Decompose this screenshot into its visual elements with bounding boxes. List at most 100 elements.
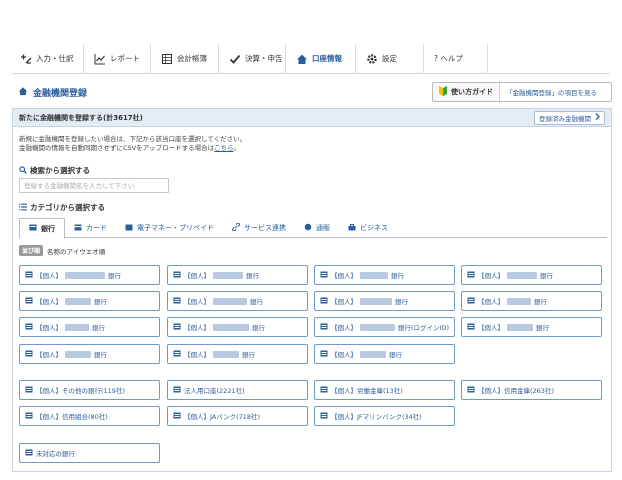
csv-upload-link[interactable]: こちら bbox=[214, 144, 234, 152]
bank-icon bbox=[25, 271, 33, 280]
bank-icon bbox=[467, 271, 475, 280]
redacted-bank-name bbox=[507, 297, 531, 305]
bank-icon bbox=[320, 323, 328, 332]
sort-badge: 並び順 bbox=[19, 245, 44, 256]
bank-button[interactable]: 【個人】 銀行 bbox=[314, 344, 455, 364]
emoney-icon bbox=[125, 224, 133, 233]
search-section-title: 検索から選択する bbox=[19, 165, 90, 176]
card-icon bbox=[74, 224, 82, 233]
bank-icon bbox=[467, 323, 475, 332]
redacted-bank-name bbox=[65, 271, 105, 279]
tab-business[interactable]: ビジネス bbox=[339, 218, 397, 238]
bank-group-button[interactable]: 【個人】JFマリンバンク(34社) bbox=[314, 406, 455, 426]
tab-bank[interactable]: 銀行 bbox=[19, 218, 65, 239]
bank-group-button[interactable]: 【個人】信用組合(80社) bbox=[19, 406, 160, 426]
tab-service-link[interactable]: サービス連携 bbox=[223, 218, 295, 238]
chart-line-icon bbox=[94, 53, 106, 65]
bank-icon bbox=[173, 297, 181, 306]
page-title: 金融機関登録 bbox=[18, 86, 87, 99]
redacted-bank-name bbox=[507, 323, 533, 331]
bank-icon bbox=[25, 386, 33, 395]
category-section-title: カテゴリから選択する bbox=[19, 202, 105, 213]
bank-button[interactable]: 【個人】 銀行 bbox=[167, 317, 308, 337]
bank-icon bbox=[25, 412, 33, 421]
bank-button[interactable]: 【個人】 銀行(ログインID) bbox=[314, 317, 455, 337]
redacted-bank-name bbox=[360, 271, 388, 279]
unsupported-bank-button[interactable]: 未対応の銀行 bbox=[19, 443, 160, 463]
bank-icon bbox=[320, 350, 328, 359]
bank-group-button[interactable]: 【個人】JAバンク(718社) bbox=[167, 406, 308, 426]
redacted-bank-name bbox=[213, 297, 247, 305]
bank-group-button[interactable]: 法人用口座(2221社) bbox=[167, 380, 308, 400]
bank-button[interactable]: 【個人】 銀行 bbox=[461, 317, 602, 337]
link-icon bbox=[232, 222, 240, 233]
panel-header: 新たに金融機関を登録する(計3617社) 登録済み金融機関 bbox=[13, 109, 611, 127]
briefcase-icon bbox=[348, 223, 356, 233]
redacted-bank-name bbox=[360, 323, 395, 331]
search-input[interactable] bbox=[19, 178, 169, 193]
mail-order-icon bbox=[304, 223, 312, 233]
beginner-mark-icon bbox=[439, 86, 447, 98]
bank-group-button[interactable]: 【個人】信用金庫(263社) bbox=[461, 380, 602, 400]
bank-button[interactable]: 【個人】 銀行 bbox=[19, 265, 160, 285]
nav-account-info[interactable]: 口座情報 bbox=[286, 43, 356, 74]
bank-group-button[interactable]: 【個人】労働金庫(13社) bbox=[314, 380, 455, 400]
tab-card[interactable]: カード bbox=[65, 218, 116, 238]
bank-button[interactable]: 【個人】 銀行 bbox=[314, 291, 455, 311]
register-panel: 新たに金融機関を登録する(計3617社) 登録済み金融機関 新規に金融機関を登録… bbox=[12, 108, 612, 472]
bank-button[interactable]: 【個人】 銀行 bbox=[19, 291, 160, 311]
bank-icon bbox=[320, 297, 328, 306]
bank-button[interactable]: 【個人】 銀行 bbox=[167, 291, 308, 311]
bank-button[interactable]: 【個人】 銀行 bbox=[167, 344, 308, 364]
bank-icon bbox=[467, 297, 475, 306]
home-icon bbox=[18, 86, 28, 99]
redacted-bank-name bbox=[360, 350, 386, 358]
nav-settings[interactable]: 設定 bbox=[356, 43, 424, 74]
guide-link[interactable]: 「金融機関登録」の項目を見る bbox=[500, 87, 597, 97]
tab-emoney-prepaid[interactable]: 電子マネー・プリペイド bbox=[116, 218, 223, 238]
bank-icon bbox=[29, 224, 37, 233]
nav-closing-filing[interactable]: 決算・申告 bbox=[219, 43, 286, 74]
nav-input-journal[interactable]: 入力・仕訳 bbox=[12, 43, 84, 74]
nav-help[interactable]: ? ヘルプ bbox=[424, 43, 488, 74]
main-nav: 入力・仕訳 レポート 会計帳簿 決算・申告 口座情報 設定 ? ヘルプ bbox=[12, 43, 610, 74]
bank-button[interactable]: 【個人】 銀行 bbox=[19, 344, 160, 364]
redacted-bank-name bbox=[65, 297, 91, 305]
tab-mail-order[interactable]: 通販 bbox=[295, 218, 339, 238]
gear-icon bbox=[366, 53, 378, 65]
redacted-bank-name bbox=[360, 297, 392, 305]
redacted-bank-name bbox=[213, 323, 249, 331]
nav-report[interactable]: レポート bbox=[84, 43, 151, 74]
bank-button[interactable]: 【個人】 銀行 bbox=[461, 265, 602, 285]
plus-minus-icon bbox=[20, 53, 32, 65]
bank-group-button[interactable]: 【個人】その他の銀行(119社) bbox=[19, 380, 160, 400]
bank-icon bbox=[25, 297, 33, 306]
redacted-bank-name bbox=[507, 271, 537, 279]
bank-icon bbox=[173, 412, 181, 421]
redacted-bank-name bbox=[213, 271, 243, 279]
bank-button[interactable]: 【個人】 銀行 bbox=[19, 317, 160, 337]
bank-icon bbox=[320, 386, 328, 395]
category-tabs: 銀行 カード 電子マネー・プリペイド サービス連携 通販 ビジネス bbox=[19, 218, 607, 239]
bank-button[interactable]: 【個人】 銀行 bbox=[314, 265, 455, 285]
bank-button[interactable]: 【個人】 銀行 bbox=[167, 265, 308, 285]
bank-icon bbox=[173, 386, 181, 395]
check-icon bbox=[229, 53, 241, 65]
help-icon: ? ヘルプ bbox=[434, 54, 463, 63]
sort-order: 並び順 名称のアイウエオ順 bbox=[19, 245, 105, 256]
panel-title: 新たに金融機関を登録する(計3617社) bbox=[19, 113, 143, 122]
bank-icon bbox=[173, 271, 181, 280]
home-icon bbox=[296, 53, 308, 65]
bank-button[interactable]: 【個人】 銀行 bbox=[461, 291, 602, 311]
guide-label: 使い方ガイド bbox=[433, 83, 500, 101]
redacted-bank-name bbox=[213, 350, 239, 358]
list-icon bbox=[19, 203, 27, 213]
bank-icon bbox=[25, 449, 33, 458]
bank-icon bbox=[320, 412, 328, 421]
bank-icon bbox=[25, 350, 33, 359]
bank-icon bbox=[467, 386, 475, 395]
registered-institutions-button[interactable]: 登録済み金融機関 bbox=[534, 110, 605, 125]
nav-ledger[interactable]: 会計帳簿 bbox=[151, 43, 219, 74]
redacted-bank-name bbox=[65, 323, 89, 331]
bank-icon bbox=[173, 323, 181, 332]
